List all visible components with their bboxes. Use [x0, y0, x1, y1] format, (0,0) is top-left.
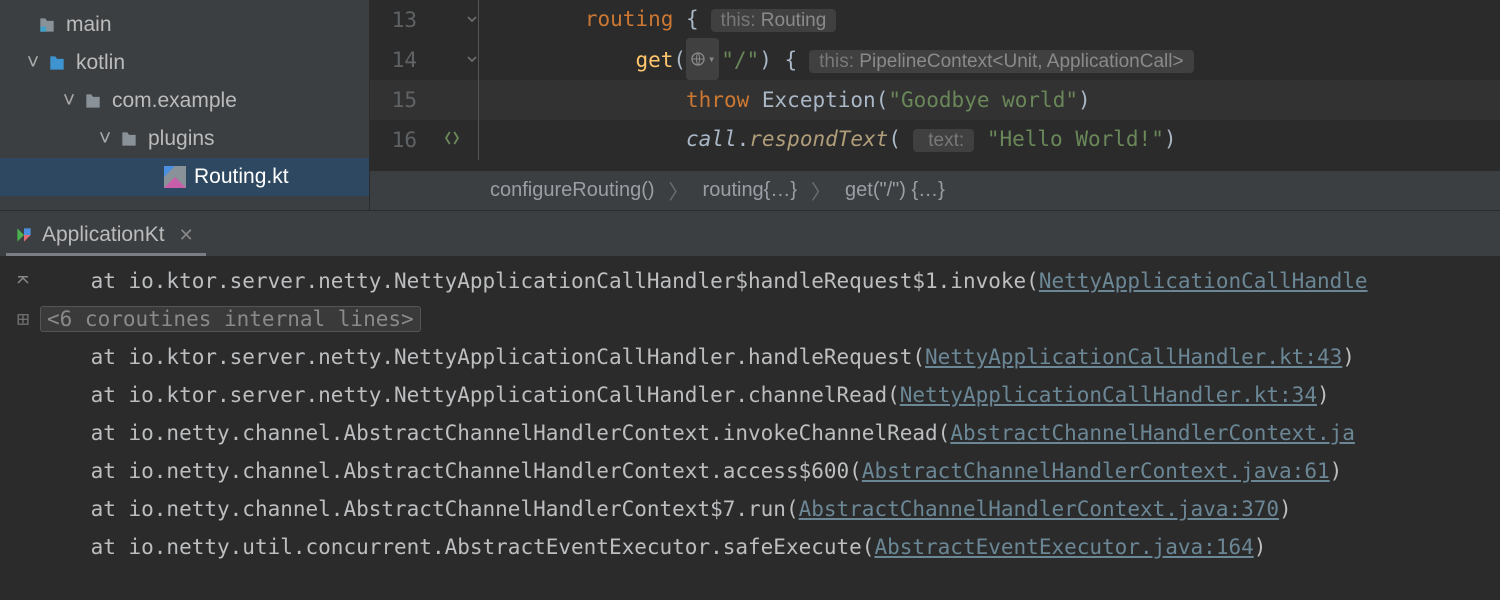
fold-handle-icon[interactable] [465, 53, 479, 67]
inlay-hint: this: PipelineContext<Unit, ApplicationC… [809, 50, 1193, 73]
run-config-label: ApplicationKt [42, 223, 165, 247]
line-number: 15 [370, 80, 425, 120]
stack-frame[interactable]: at io.netty.util.concurrent.AbstractEven… [6, 528, 1500, 566]
run-tool-tabbar: ApplicationKt ✕ [0, 210, 1500, 256]
tree-node-package[interactable]: ˅ com.example [0, 82, 369, 120]
expand-icon[interactable]: ⊞ [6, 307, 40, 331]
tree-label: kotlin [76, 51, 125, 75]
code-line[interactable]: 16 call.respondText( text: "Hello World!… [370, 120, 1500, 160]
code-editor[interactable]: 13 routing {this: Routing 14 get(▾"/") {… [370, 0, 1500, 210]
commit-chevrons-icon[interactable] [443, 120, 461, 160]
kotlin-file-icon [164, 166, 186, 188]
source-folder-icon [46, 52, 68, 74]
scroll-to-top-icon[interactable] [6, 273, 40, 289]
stack-link[interactable]: AbstractEventExecutor.java:164 [874, 535, 1253, 559]
code-line-current[interactable]: 15 throw Exception("Goodbye world") [370, 80, 1500, 120]
console-output[interactable]: at io.ktor.server.netty.NettyApplication… [0, 256, 1500, 600]
stack-link[interactable]: AbstractChannelHandlerContext.java:370 [799, 497, 1279, 521]
stack-frame[interactable]: at io.ktor.server.netty.NettyApplication… [6, 338, 1500, 376]
folder-icon [36, 14, 58, 36]
project-tree[interactable]: main ˅ kotlin ˅ com.example ˅ plugins [0, 0, 370, 210]
stack-fold[interactable]: ⊞ <6 coroutines internal lines> [6, 300, 1500, 338]
chevron-right-icon: 〉 [811, 176, 831, 205]
tree-node-plugins[interactable]: ˅ plugins [0, 120, 369, 158]
chevron-right-icon: 〉 [669, 176, 689, 205]
inlay-hint: text: [913, 129, 974, 152]
breadcrumb[interactable]: configureRouting() 〉 routing{…} 〉 get("/… [370, 170, 1500, 210]
line-number: 13 [370, 0, 425, 40]
tree-node-main[interactable]: main [0, 6, 369, 44]
crumb[interactable]: configureRouting() [490, 179, 655, 202]
line-number: 16 [370, 120, 425, 160]
fold-handle-icon[interactable] [465, 13, 479, 27]
stack-frame[interactable]: at io.ktor.server.netty.NettyApplication… [6, 262, 1500, 300]
stack-frame[interactable]: at io.netty.channel.AbstractChannelHandl… [6, 452, 1500, 490]
globe-icon[interactable]: ▾ [686, 38, 719, 80]
line-number: 14 [370, 40, 425, 80]
crumb[interactable]: get("/") {…} [845, 179, 945, 202]
tree-label: Routing.kt [194, 165, 289, 189]
close-icon[interactable]: ✕ [179, 225, 194, 246]
stack-frame[interactable]: at io.netty.channel.AbstractChannelHandl… [6, 490, 1500, 528]
chevron-down-icon[interactable]: ˅ [96, 127, 114, 151]
package-icon [82, 90, 104, 112]
package-icon [118, 128, 140, 150]
tree-node-kotlin[interactable]: ˅ kotlin [0, 44, 369, 82]
stack-link[interactable]: NettyApplicationCallHandler.kt:34 [900, 383, 1317, 407]
code-line[interactable]: 13 routing {this: Routing [370, 0, 1500, 40]
tree-label: plugins [148, 127, 215, 151]
stack-link[interactable]: NettyApplicationCallHandler.kt:43 [925, 345, 1342, 369]
stack-link[interactable]: AbstractChannelHandlerContext.java:61 [862, 459, 1330, 483]
code-line[interactable]: 14 get(▾"/") {this: PipelineContext<Unit… [370, 40, 1500, 80]
chevron-down-icon[interactable]: ˅ [60, 89, 78, 113]
stack-link[interactable]: NettyApplicationCallHandle [1039, 269, 1368, 293]
tree-label: com.example [112, 89, 237, 113]
stack-frame[interactable]: at io.netty.channel.AbstractChannelHandl… [6, 414, 1500, 452]
tree-node-routing-file[interactable]: Routing.kt [0, 158, 369, 196]
stack-frame[interactable]: at io.ktor.server.netty.NettyApplication… [6, 376, 1500, 414]
stack-link[interactable]: AbstractChannelHandlerContext.ja [950, 421, 1355, 445]
crumb[interactable]: routing{…} [703, 179, 798, 202]
folded-region[interactable]: <6 coroutines internal lines> [40, 306, 421, 332]
inlay-hint: this: Routing [711, 9, 837, 32]
tree-label: main [66, 13, 112, 37]
run-config-icon [14, 225, 34, 245]
chevron-down-icon[interactable]: ˅ [24, 51, 42, 75]
run-config-tab[interactable]: ApplicationKt ✕ [6, 217, 206, 256]
